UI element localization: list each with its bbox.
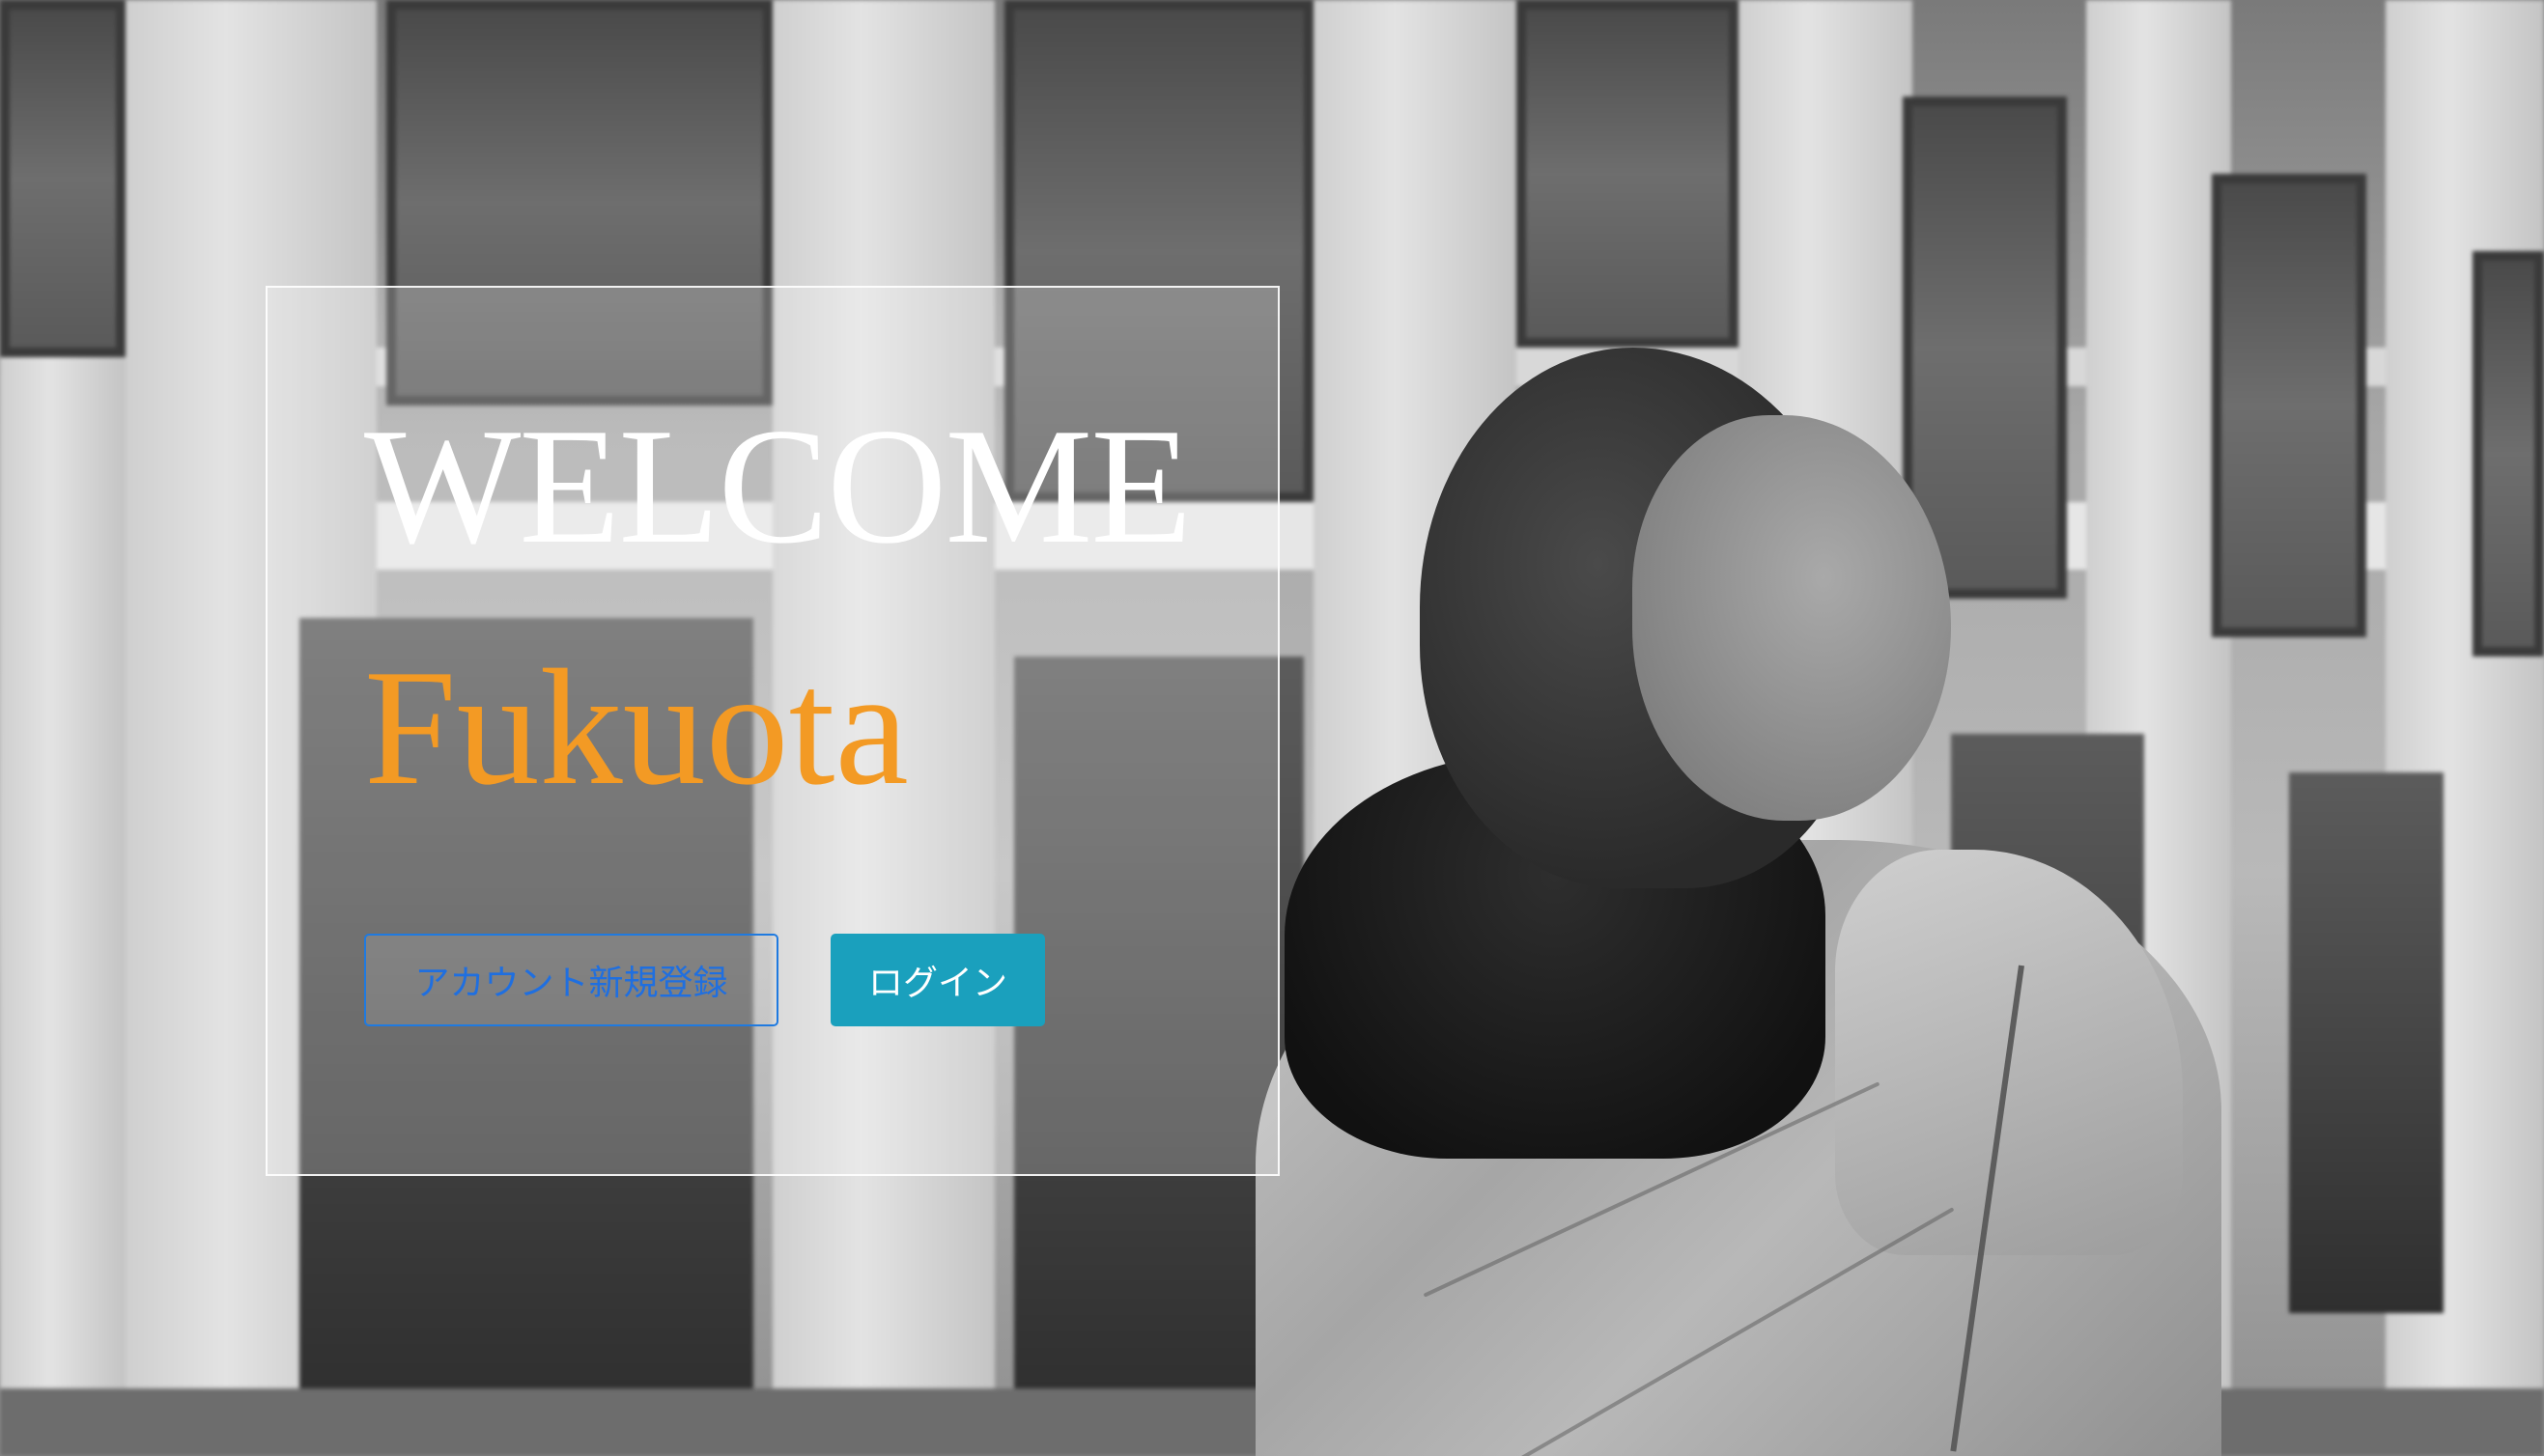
building-window	[2473, 251, 2544, 657]
building-door	[2289, 772, 2444, 1313]
building-window	[1516, 0, 1738, 348]
welcome-card: WELCOME Fukuota アカウント新規登録 ログイン	[266, 286, 1280, 1176]
signup-button[interactable]: アカウント新規登録	[364, 934, 778, 1026]
building-window	[0, 0, 126, 357]
city-name: Fukuota	[364, 636, 909, 820]
hero-section: WELCOME Fukuota アカウント新規登録 ログイン	[0, 0, 2544, 1456]
welcome-heading: WELCOME	[364, 395, 1192, 578]
login-button[interactable]: ログイン	[831, 934, 1045, 1026]
building-window	[2212, 174, 2366, 637]
